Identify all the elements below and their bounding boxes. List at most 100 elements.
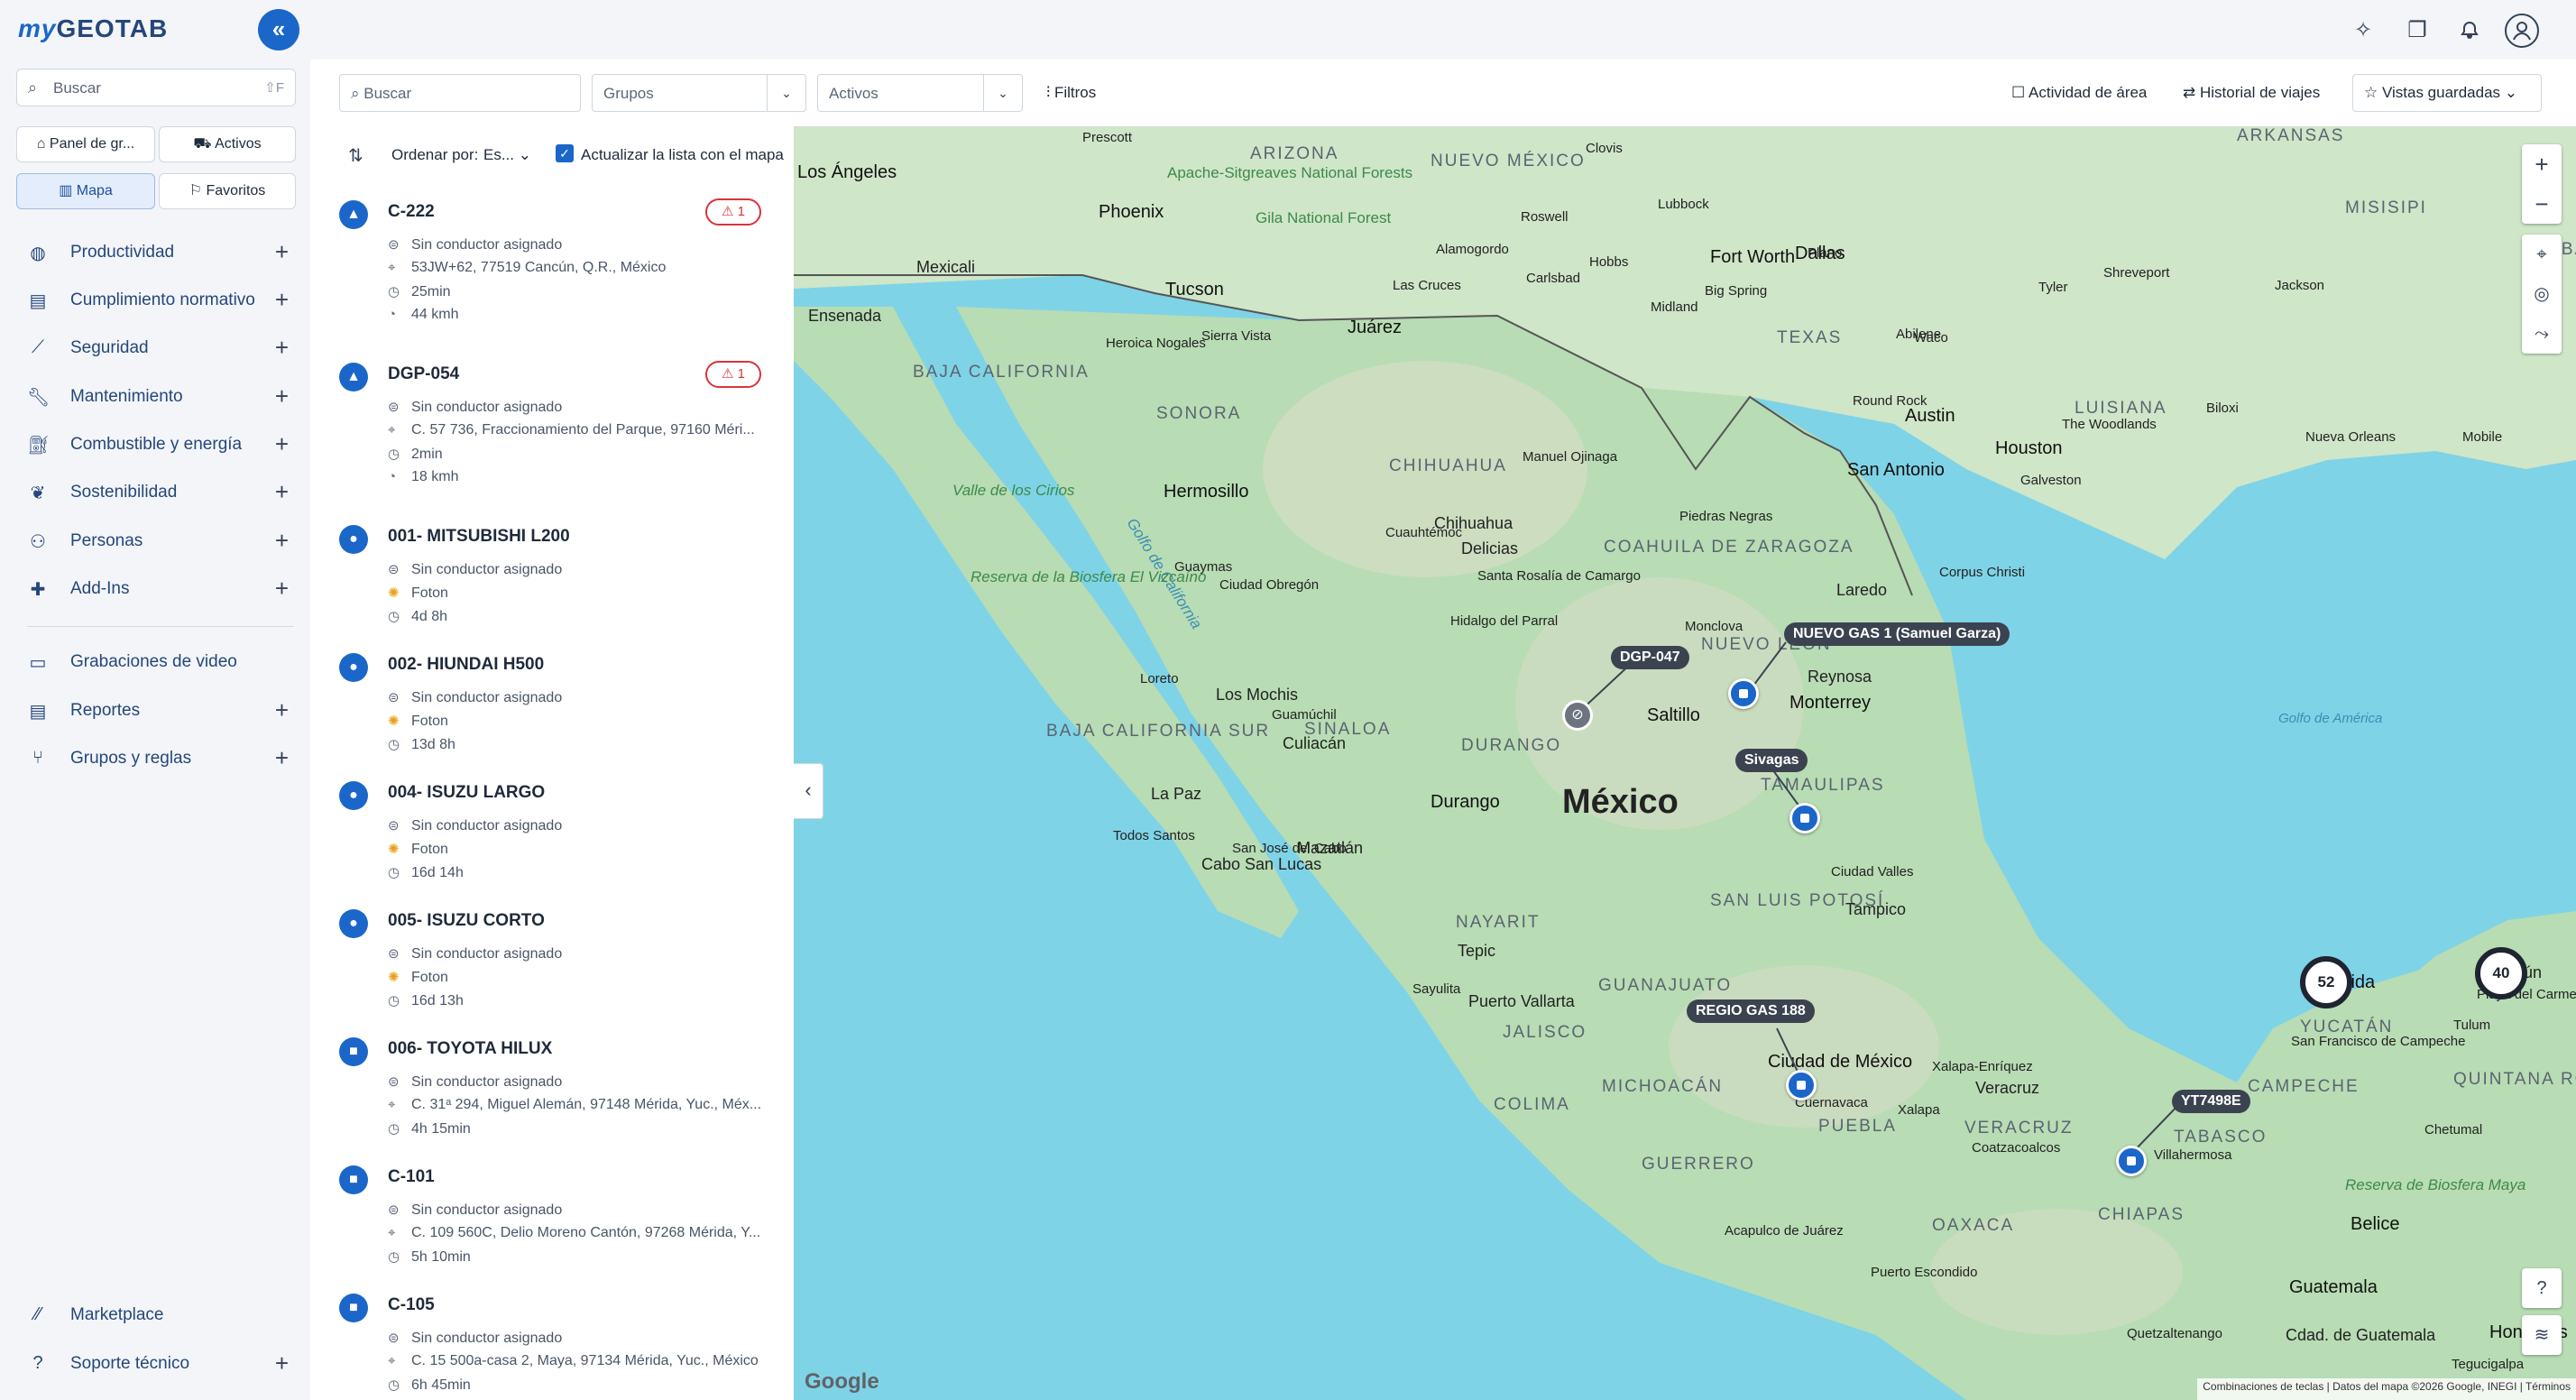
list-item[interactable]: ■ 006- TOYOTA HILUX ⊜ Sin conductor asign… [310, 1023, 794, 1152]
city-label: Delicias [1461, 539, 1519, 557]
list-item[interactable]: ■ C-105 ⊜ Sin conductor asignado ⌖ C. 15 5… [310, 1279, 794, 1400]
list-item[interactable]: ● 004- ISUZU LARGO ⊜ Sin conductor asigna… [310, 767, 794, 896]
chevron-down-icon[interactable]: ⌄ [983, 75, 1022, 111]
tab-map[interactable]: ▥ Mapa [16, 173, 155, 209]
offline-vehicle-marker[interactable]: ⊘ [1562, 700, 1593, 731]
expand-icon[interactable]: + [275, 382, 289, 410]
sidebar-item-sostenibilidad[interactable]: ❦ Sostenibilidad + [16, 473, 296, 512]
sidebar-item-soporte[interactable]: ? Soporte técnico + [16, 1344, 296, 1384]
vehicle-map-label[interactable]: NUEVO GAS 1 (Samuel Garza) [1784, 622, 2010, 646]
city-label: Las Cruces [1393, 278, 1461, 293]
locate-icon[interactable]: ◎ [2522, 274, 2562, 314]
sidebar-item-personas[interactable]: ⚇ Personas + [16, 521, 296, 561]
city-label: Juárez [1348, 318, 1403, 337]
sort-select[interactable]: Es... ⌄ [483, 146, 531, 164]
bell-icon[interactable] [2452, 13, 2488, 49]
tab-favorites[interactable]: ⚐ Favoritos [159, 173, 296, 209]
alert-badge[interactable]: ⚠ 1 [705, 361, 761, 388]
globe-icon: ◍ [30, 244, 46, 263]
sidebar-item-addins[interactable]: ✚ Add-Ins + [16, 569, 296, 609]
route-tool-icon[interactable]: ⤳ [2522, 314, 2562, 354]
vehicle-map-marker[interactable] [1786, 1070, 1817, 1101]
collapse-list-button[interactable]: ‹ [794, 763, 823, 819]
expand-icon[interactable]: + [275, 575, 289, 603]
list-item[interactable]: ● 005- ISUZU CORTO ⊜ Sin conductor asigna… [310, 895, 794, 1024]
zoom-in-button[interactable]: + [2522, 144, 2562, 184]
sidebar-item-reportes[interactable]: ▤ Reportes + [16, 691, 296, 731]
list-item[interactable]: ● 001- MITSUBISHI L200 ⊜ Sin conductor as… [310, 511, 794, 640]
region-label: CHIHUAHUA [1389, 456, 1507, 475]
sidebar-search-input[interactable]: ⌕ Buscar ⇧F [16, 69, 296, 106]
alert-badge[interactable]: ⚠ 1 [705, 198, 761, 226]
sidebar-item-grupos[interactable]: ⑂ Grupos y reglas + [16, 739, 296, 778]
vehicle-cluster[interactable]: 52 [2300, 956, 2352, 1009]
map-search-input[interactable]: ⌕ Buscar [339, 74, 581, 112]
vehicle-cluster[interactable]: 40 [2475, 947, 2527, 999]
expand-icon[interactable]: + [275, 238, 289, 266]
sidebar-item-mantenimiento[interactable]: 🔧︎ Mantenimiento + [16, 377, 296, 417]
region-label: BAJA CALIFORNIA [913, 363, 1090, 382]
map-canvas[interactable]: ARIZONA NUEVO MÉXICO TEXAS SONORA CHIHUA… [794, 126, 2576, 1400]
list-item[interactable]: ▲ C-222 ⚠ 1 ⊜ Sin conductor asignado ⌖ 53J… [310, 186, 794, 349]
city-label: Plano [1808, 245, 1843, 261]
assets-select[interactable]: Activos ⌄ [817, 74, 1023, 112]
home-icon: ⌂ [36, 136, 50, 152]
layers-icon[interactable]: ≋ [2522, 1315, 2562, 1355]
sidebar-item-productividad[interactable]: ◍ Productividad + [16, 233, 296, 272]
vehicle-name: C-105 [388, 1295, 435, 1314]
zoom-out-button[interactable]: − [2522, 184, 2562, 224]
vehicle-map-label[interactable]: DGP-047 [1611, 646, 1689, 669]
collapse-sidebar-button[interactable]: « [258, 9, 299, 51]
geotab-logo[interactable]: myGEOTAB [18, 14, 168, 43]
vehicle-map-label[interactable]: YT7498E [2172, 1090, 2250, 1113]
vehicle-map-label[interactable]: Sivagas [1735, 749, 1808, 772]
expand-icon[interactable]: + [275, 478, 289, 506]
help-icon[interactable]: ? [2522, 1268, 2562, 1308]
vehicle-map-marker[interactable] [2116, 1146, 2147, 1176]
expand-icon[interactable]: + [275, 430, 289, 458]
user-icon[interactable] [2504, 13, 2540, 49]
square-icon: ☐ [2011, 84, 2029, 101]
expand-icon[interactable]: + [275, 527, 289, 555]
windows-icon[interactable]: ❐ [2399, 13, 2435, 49]
logo-name: GEOTAB [56, 14, 169, 42]
city-label: Tyler [2038, 280, 2068, 295]
area-activity-button[interactable]: ☐ Actividad de área [2011, 76, 2147, 110]
city-label: Midland [1651, 299, 1698, 315]
expand-icon[interactable]: + [275, 286, 289, 314]
list-item[interactable]: ● 002- HIUNDAI H500 ⊜ Sin conductor asign… [310, 639, 794, 768]
vehicle-map-label[interactable]: REGIO GAS 188 [1687, 999, 1815, 1023]
list-item[interactable]: ■ C-101 ⊜ Sin conductor asignado ⌖ C. 109 … [310, 1151, 794, 1280]
sort-icon[interactable]: ⇅ [348, 144, 363, 167]
trip-history-button[interactable]: ⇄ Historial de viajes [2183, 76, 2320, 110]
expand-icon[interactable]: + [275, 696, 289, 724]
sparkle-icon[interactable]: ✧ [2345, 13, 2381, 49]
water-label: Golfo de América [2278, 711, 2383, 726]
city-label: Carlsbad [1526, 271, 1581, 286]
sidebar-item-grabaciones[interactable]: ▭ Grabaciones de video [16, 642, 296, 682]
city-label: Monterrey [1789, 693, 1872, 713]
expand-icon[interactable]: + [275, 1349, 289, 1377]
groups-select[interactable]: Grupos ⌄ [592, 74, 806, 112]
sidebar-item-seguridad[interactable]: ⟋ Seguridad + [16, 328, 296, 368]
list-item[interactable]: ▲ DGP-054 ⚠ 1 ⊜ Sin conductor asignado ⌖ C… [310, 348, 794, 511]
sidebar-item-marketplace[interactable]: ⁄⁄ Marketplace [16, 1295, 296, 1335]
expand-icon[interactable]: + [275, 744, 289, 772]
vehicle-map-marker[interactable] [1728, 678, 1759, 709]
measure-icon[interactable]: ⌖ [2522, 235, 2562, 274]
tab-dashboard[interactable]: ⌂ Panel de gr... [16, 126, 155, 162]
chevron-down-icon[interactable]: ⌄ [767, 75, 805, 111]
saved-views-button[interactable]: ☆ Vistas guardadas ⌄ [2352, 74, 2542, 112]
map-attribution[interactable]: Combinaciones de teclas | Datos del mapa… [2197, 1378, 2576, 1400]
city-label: Cuauhtémoc [1385, 525, 1463, 540]
city-label: Sayulita [1412, 981, 1461, 997]
vehicle-map-marker[interactable] [1789, 803, 1820, 834]
tab-assets[interactable]: ⛟ Activos [159, 126, 296, 162]
filters-button[interactable]: ⫶ Filtros [1046, 76, 1096, 110]
update-list-checkbox[interactable]: ✓ [556, 144, 574, 162]
truck-icon: ⛟ [193, 136, 216, 152]
expand-icon[interactable]: + [275, 334, 289, 362]
sidebar-item-combustible[interactable]: ⛽︎ Combustible y energía + [16, 425, 296, 465]
region-label: ARIZONA [1250, 144, 1339, 163]
sidebar-item-cumplimiento[interactable]: ▤ Cumplimiento normativo + [16, 281, 296, 320]
